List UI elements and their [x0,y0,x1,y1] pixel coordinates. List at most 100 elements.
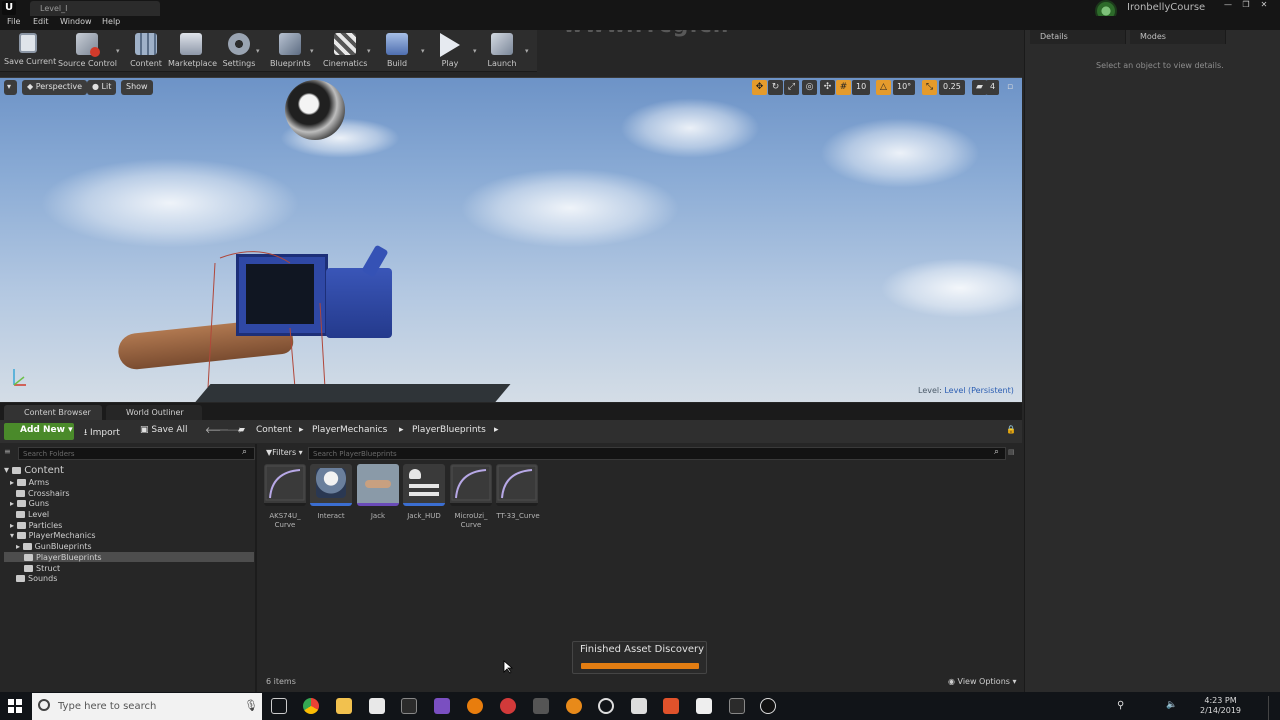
search-icon[interactable]: ⌕ [242,447,247,457]
camera-speed-value[interactable]: 4 [986,80,1000,95]
breadcrumb-chevron-icon[interactable]: ▸ [494,425,499,435]
tree-item-struct[interactable]: Struct [24,564,60,573]
save-search-icon[interactable]: ▤ [1008,448,1015,456]
volume-icon[interactable]: 🔈 [1166,700,1177,710]
lock-icon[interactable]: 🔒 [1006,425,1016,434]
rotation-snap-value[interactable]: 10° [893,80,916,95]
visual-studio-icon[interactable] [434,698,450,714]
calculator-icon[interactable] [696,698,712,714]
menu-help[interactable]: Help [102,17,120,26]
system-clock[interactable]: 4:23 PM 2/14/2019 [1200,696,1241,716]
asset-tile[interactable] [450,464,492,506]
epic-launcher-icon[interactable] [729,698,745,714]
scale-snap-value[interactable]: 0.25 [939,80,965,95]
store-icon[interactable] [369,698,385,714]
maximize-button[interactable]: ❐ [1240,0,1252,10]
asset-tile[interactable] [357,464,399,506]
source-control-button[interactable]: Source Control ▾ [58,33,120,71]
perspective-button[interactable]: ◆ Perspective [22,80,88,95]
tab-modes[interactable]: Modes [1130,30,1226,44]
windows-start-icon[interactable] [8,699,22,713]
save-current-button[interactable]: Save Current [4,33,56,71]
tab-world-outliner[interactable]: World Outliner [106,405,202,420]
grid-snap-value[interactable]: 10 [852,80,871,95]
level-viewport[interactable] [0,77,1022,402]
search-folders-input[interactable]: Search Folders [18,447,255,460]
build-button[interactable]: Build ▾ [383,33,425,71]
filters-button[interactable]: ▼Filters ▾ [263,447,305,460]
tree-item-gunblueprints[interactable]: ▸ GunBlueprints [16,542,92,551]
steam-icon[interactable] [598,698,614,714]
marketplace-button[interactable]: Marketplace [168,33,217,71]
asset-tile[interactable] [496,464,538,506]
play-button[interactable]: Play ▾ [435,33,477,71]
minimize-button[interactable]: — [1222,0,1234,10]
viewport-options-button[interactable]: ▾ [4,80,17,95]
tree-item-sounds[interactable]: Sounds [16,574,57,583]
camera-speed-icon[interactable]: ▰ [972,80,987,95]
show-desktop-button[interactable] [1268,696,1280,720]
app-orange-icon[interactable] [566,698,582,714]
tree-item-playerblueprints[interactable]: PlayerBlueprints [24,553,102,562]
tree-toggle-icon[interactable]: ≡ [4,447,11,456]
search-assets-input[interactable]: Search PlayerBlueprints [308,447,1006,460]
calendar-icon[interactable] [631,698,647,714]
content-button[interactable]: Content [130,33,162,71]
maximize-viewport-icon[interactable]: ▫ [1004,80,1016,95]
breadcrumb-chevron-icon[interactable]: ▸ [299,425,304,435]
menu-window[interactable]: Window [60,17,92,26]
close-button[interactable]: ✕ [1258,0,1270,10]
epic-games-icon[interactable] [401,698,417,714]
rotation-snap-icon[interactable]: △ [876,80,891,95]
menu-edit[interactable]: Edit [33,17,49,26]
reflection-sphere[interactable] [285,80,345,140]
unreal-editor-icon[interactable] [760,698,776,714]
tree-item-playermechanics[interactable]: ▾ PlayerMechanics [10,531,96,540]
asset-tile[interactable] [403,464,445,506]
taskbar-search-input[interactable]: Type here to search [32,693,262,720]
lit-button[interactable]: ● Lit [87,80,117,95]
chrome-icon[interactable] [303,698,319,714]
view-options-button[interactable]: ◉ View Options ▾ [948,677,1017,686]
microphone-icon[interactable]: 🎙 [244,699,258,712]
save-all-button[interactable]: ▣ Save All [140,425,188,435]
launch-button[interactable]: Launch ▾ [485,33,529,71]
scale-tool-icon[interactable]: ⤢ [784,80,799,95]
network-icon[interactable]: ⚲ [1117,700,1124,711]
folder-nav-icon[interactable]: ▰ [238,425,245,435]
tree-item-arms[interactable]: ▸ Arms [10,478,49,487]
tab-content-browser[interactable]: Content Browser [4,405,102,420]
app-red-icon[interactable] [500,698,516,714]
asset-tile[interactable] [310,464,352,506]
blueprints-button[interactable]: Blueprints ▾ [270,33,314,71]
add-new-button[interactable]: Add New ▾ [4,423,74,440]
menu-file[interactable]: File [7,17,20,26]
blender-icon[interactable] [467,698,483,714]
translate-tool-icon[interactable]: ✥ [752,80,767,95]
breadcrumb-playermechanics[interactable]: PlayerMechanics [312,425,387,435]
scale-snap-icon[interactable]: ⤡ [922,80,937,95]
breadcrumb-playerblueprints[interactable]: PlayerBlueprints [412,425,486,435]
surface-snap-icon[interactable]: ✣ [820,80,835,95]
cinematics-button[interactable]: Cinematics ▾ [323,33,371,71]
breadcrumb-content[interactable]: Content [256,425,292,435]
tab-details[interactable]: Details [1030,30,1126,44]
asset-tile[interactable] [264,464,306,506]
tree-item-content[interactable]: ▾ Content [4,465,64,476]
settings-button[interactable]: Settings ▾ [222,33,260,71]
file-explorer-icon[interactable] [336,698,352,714]
level-tab[interactable]: Level_I [30,1,160,16]
office-icon[interactable] [663,698,679,714]
tree-item-particles[interactable]: ▸ Particles [10,521,62,530]
rotate-tool-icon[interactable]: ↻ [768,80,783,95]
show-button[interactable]: Show [121,80,153,95]
user-name[interactable]: IronbellyCourse [1127,2,1205,13]
grid-snap-icon[interactable]: # [836,80,851,95]
task-view-icon[interactable] [271,698,287,714]
search-icon[interactable]: ⌕ [994,447,999,457]
import-button[interactable]: ⭳ Import [84,425,120,441]
tree-item-guns[interactable]: ▸ Guns [10,499,49,508]
tree-item-crosshairs[interactable]: Crosshairs [16,489,70,498]
tree-item-level[interactable]: Level [16,510,49,519]
breadcrumb-chevron-icon[interactable]: ▸ [399,425,404,435]
